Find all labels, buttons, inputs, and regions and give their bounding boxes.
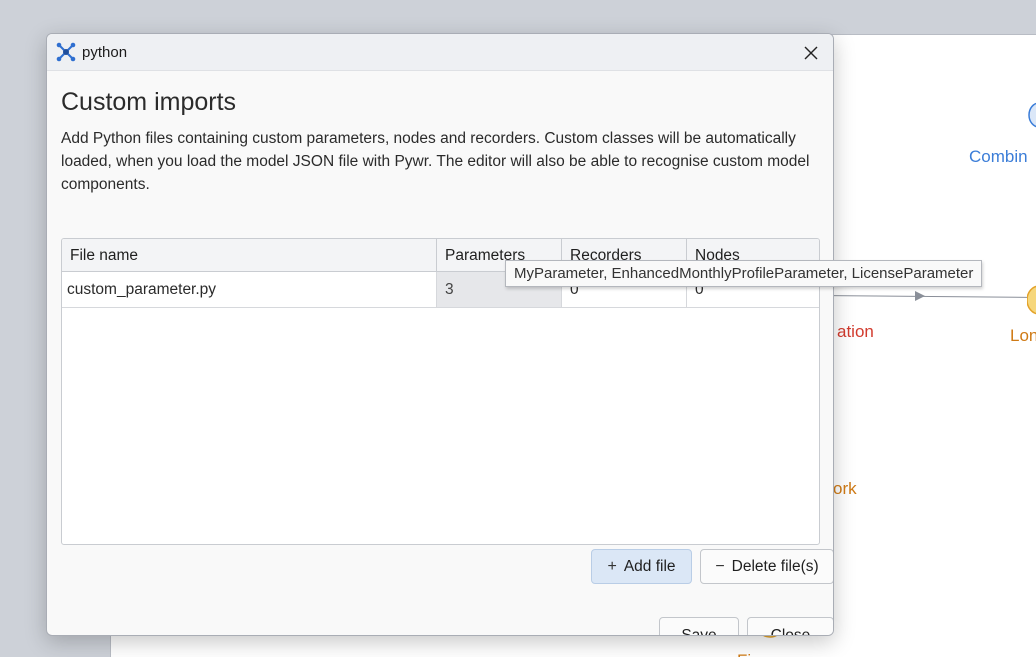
work-node-label: ork xyxy=(833,479,857,498)
network-icon xyxy=(56,42,76,62)
save-button[interactable]: Save xyxy=(659,617,739,635)
bottom-node-label: Fi xyxy=(737,651,751,657)
add-file-button[interactable]: + Add file xyxy=(591,549,692,584)
combined-node[interactable] xyxy=(1027,101,1036,129)
dialog-content: Custom imports Add Python files containi… xyxy=(61,71,833,635)
close-button[interactable]: Close xyxy=(747,617,833,635)
edge-line xyxy=(830,295,1028,298)
dialog-description: Add Python files containing custom param… xyxy=(61,130,810,193)
lon-node[interactable] xyxy=(1027,285,1036,315)
close-window-button[interactable] xyxy=(799,41,823,65)
close-icon xyxy=(804,46,818,60)
column-header-file-name[interactable]: File name xyxy=(62,239,437,271)
delete-files-button[interactable]: − Delete file(s) xyxy=(700,549,833,584)
allocation-node-label: ation xyxy=(837,322,874,341)
dialog-heading: Custom imports xyxy=(61,88,237,116)
cell-file-name[interactable]: custom_parameter.py xyxy=(62,272,437,307)
window-title: python xyxy=(82,43,128,61)
edge-arrow-icon xyxy=(915,291,925,301)
plus-icon: + xyxy=(607,557,617,575)
custom-imports-dialog: python Custom imports Add Python files c… xyxy=(46,33,834,636)
parameters-tooltip: MyParameter, EnhancedMonthlyProfileParam… xyxy=(505,260,983,287)
combined-node-label: Combin xyxy=(969,147,1028,166)
minus-icon: − xyxy=(715,557,725,575)
dialog-titlebar: python xyxy=(47,34,833,71)
add-file-label: Add file xyxy=(623,557,676,575)
lon-node-label: Lon xyxy=(1010,326,1036,345)
delete-files-label: Delete file(s) xyxy=(731,557,819,575)
